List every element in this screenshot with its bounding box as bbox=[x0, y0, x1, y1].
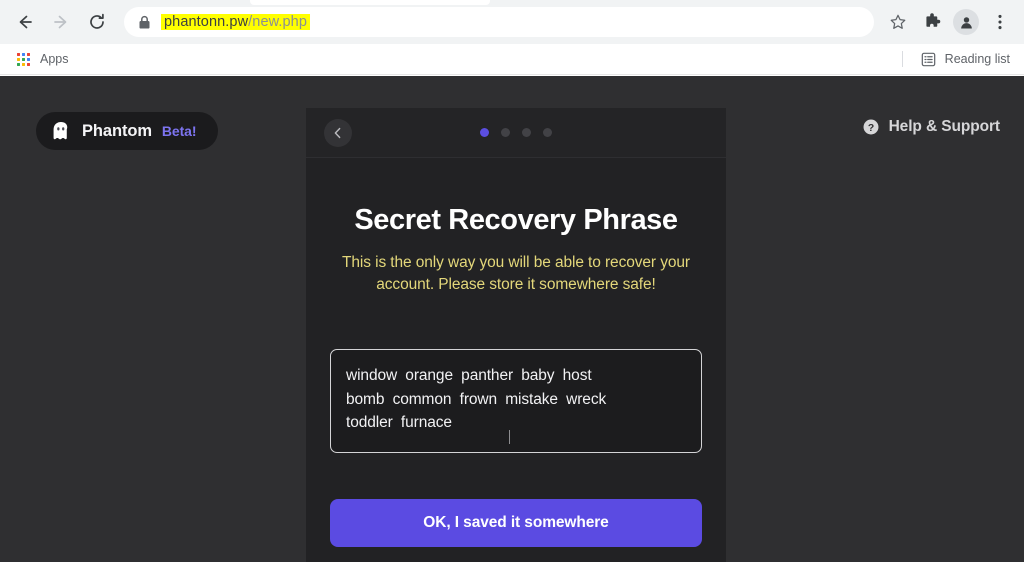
phantom-brand-pill[interactable]: Phantom Beta! bbox=[36, 112, 219, 150]
profile-button[interactable] bbox=[950, 6, 982, 38]
three-dot-menu-icon bbox=[998, 14, 1002, 30]
step-dot-1 bbox=[480, 128, 489, 137]
warning-line-1: This is the only way you will be able to… bbox=[342, 254, 656, 271]
onboarding-modal: Secret Recovery Phrase This is the only … bbox=[306, 108, 726, 562]
modal-body: Secret Recovery Phrase This is the only … bbox=[306, 158, 726, 548]
puzzle-icon bbox=[925, 12, 940, 27]
active-tab-stub bbox=[250, 0, 490, 5]
brand-name: Phantom bbox=[82, 121, 152, 140]
back-arrow-icon bbox=[19, 15, 32, 29]
forward-button[interactable] bbox=[44, 5, 78, 39]
forward-arrow-icon bbox=[54, 15, 67, 29]
seed-phrase-text: window orange panther baby host bomb com… bbox=[346, 364, 686, 435]
browser-window: phantonn.pw/new.php Apps Reading list Ph… bbox=[0, 0, 1024, 562]
chevron-left-icon bbox=[334, 127, 341, 138]
help-and-support-link[interactable]: ? Help & Support bbox=[862, 118, 1000, 136]
seed-line-3: toddler furnace bbox=[346, 414, 452, 432]
chrome-menu-button[interactable] bbox=[984, 6, 1016, 38]
browser-toolbar: phantonn.pw/new.php bbox=[0, 0, 1024, 44]
bookmark-apps[interactable]: Apps bbox=[10, 50, 75, 69]
seed-line-1: window orange panther baby host bbox=[346, 367, 592, 384]
reading-list-icon bbox=[921, 52, 935, 66]
step-dot-3 bbox=[522, 128, 531, 137]
warning-text: This is the only way you will be able to… bbox=[330, 252, 702, 296]
padlock-glyph bbox=[139, 15, 150, 28]
text-cursor bbox=[509, 430, 510, 445]
step-dot-2 bbox=[501, 128, 510, 137]
toolbar-divider bbox=[901, 51, 903, 67]
step-dot-4 bbox=[543, 128, 552, 137]
bookmarks-bar-right: Reading list bbox=[901, 50, 1016, 69]
reading-list-label: Reading list bbox=[944, 52, 1010, 66]
back-button[interactable] bbox=[8, 5, 42, 39]
page-title: Secret Recovery Phrase bbox=[354, 204, 678, 236]
address-bar[interactable]: phantonn.pw/new.php bbox=[124, 7, 874, 37]
apps-grid-icon bbox=[16, 52, 31, 67]
brand-beta-badge: Beta! bbox=[161, 123, 197, 139]
url-text: phantonn.pw/new.php bbox=[161, 14, 311, 30]
extensions-button[interactable] bbox=[916, 6, 948, 38]
seed-line-2: bomb common frown mistake wreck bbox=[346, 390, 607, 408]
seed-phrase-box[interactable]: window orange panther baby host bomb com… bbox=[330, 349, 702, 454]
step-indicator bbox=[306, 128, 726, 137]
bookmark-star-button[interactable] bbox=[882, 6, 914, 38]
lock-icon[interactable] bbox=[138, 15, 151, 30]
ghost-logo-icon bbox=[53, 122, 68, 140]
url-host: phantonn.pw bbox=[164, 14, 249, 30]
reading-list-button[interactable]: Reading list bbox=[915, 50, 1016, 69]
bookmarks-bar: Apps Reading list bbox=[0, 44, 1024, 75]
svg-text:?: ? bbox=[867, 123, 873, 134]
help-and-support-label: Help & Support bbox=[888, 118, 1001, 135]
modal-header bbox=[306, 108, 726, 158]
url-path: /new.php bbox=[248, 14, 308, 30]
confirm-saved-button[interactable]: OK, I saved it somewhere bbox=[330, 499, 702, 548]
modal-back-button[interactable] bbox=[324, 118, 352, 147]
reload-button[interactable] bbox=[80, 5, 114, 39]
bookmark-apps-label: Apps bbox=[40, 52, 69, 66]
reload-icon bbox=[90, 13, 104, 29]
person-icon bbox=[960, 16, 972, 28]
question-mark-circle-icon: ? bbox=[863, 119, 879, 135]
avatar bbox=[953, 9, 979, 35]
page-viewport: Phantom Beta! ? Help & Support Secret Re… bbox=[0, 76, 1024, 562]
star-icon bbox=[890, 14, 906, 29]
